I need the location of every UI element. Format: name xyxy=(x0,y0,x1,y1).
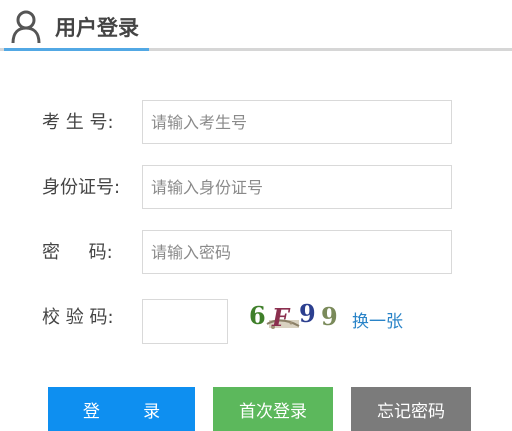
password-label: 密 码: xyxy=(42,242,113,263)
page-title: 用户登录 xyxy=(55,16,139,40)
id-number-input[interactable] xyxy=(142,165,452,209)
login-button[interactable]: 登 录 xyxy=(48,387,195,431)
password-input[interactable] xyxy=(142,230,452,274)
refresh-captcha-link[interactable]: 换一张 xyxy=(352,311,403,333)
captcha-image[interactable]: 6 F 9 9 xyxy=(247,299,343,334)
forgot-password-button[interactable]: 忘记密码 xyxy=(351,387,471,431)
captcha-input[interactable] xyxy=(142,299,228,344)
captcha-char-1: 6 xyxy=(249,301,266,330)
exam-number-input[interactable] xyxy=(142,100,452,144)
captcha-char-2: F xyxy=(272,303,290,332)
header: 用户登录 xyxy=(0,0,512,52)
user-icon xyxy=(11,10,41,44)
id-number-label: 身份证号: xyxy=(42,177,121,198)
header-divider-accent xyxy=(4,48,149,51)
captcha-label: 校 验 码: xyxy=(42,307,114,328)
captcha-char-3: 9 xyxy=(299,299,316,328)
captcha-char-4: 9 xyxy=(321,302,338,331)
exam-number-label: 考 生 号: xyxy=(42,112,114,133)
first-login-button[interactable]: 首次登录 xyxy=(213,387,333,431)
